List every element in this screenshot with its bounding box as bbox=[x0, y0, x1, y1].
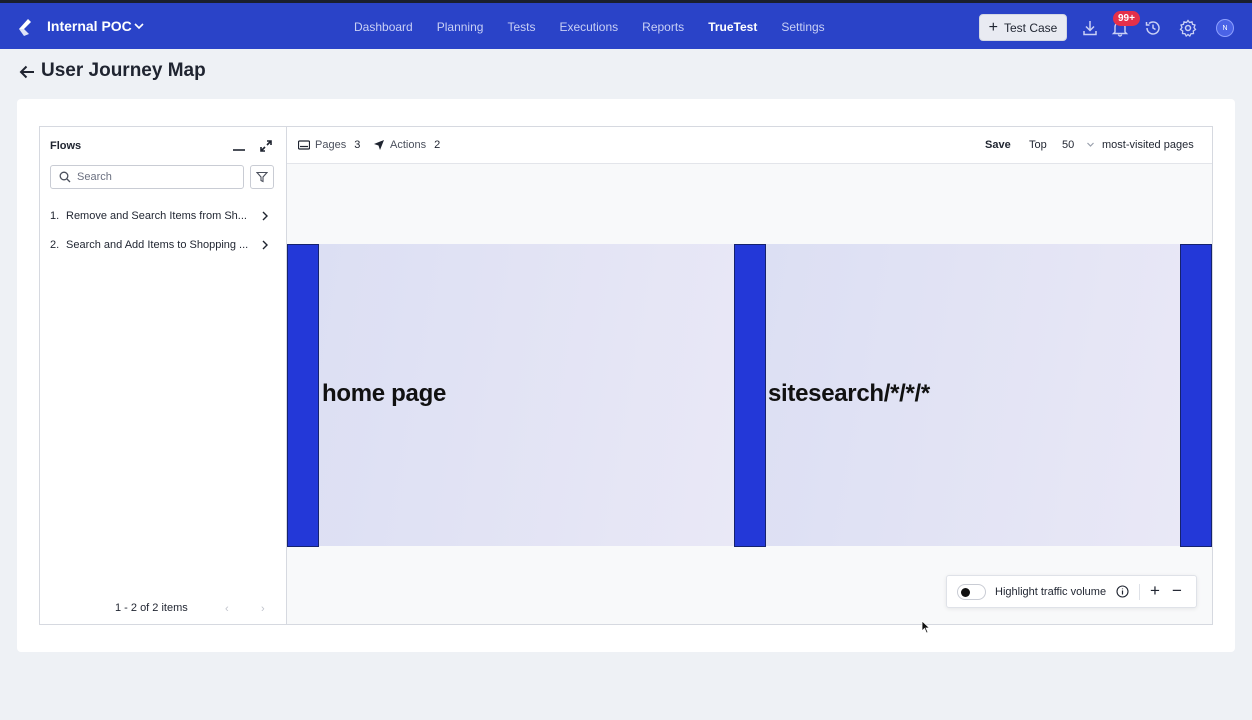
nav-reports[interactable]: Reports bbox=[642, 20, 684, 34]
node-bar[interactable] bbox=[287, 244, 319, 547]
back-arrow-icon[interactable] bbox=[18, 63, 36, 81]
pages-value: 3 bbox=[354, 139, 361, 151]
nav-planning[interactable]: Planning bbox=[437, 20, 484, 34]
notification-badge: 99+ bbox=[1113, 11, 1140, 26]
main-nav: Dashboard Planning Tests Executions Repo… bbox=[354, 20, 849, 34]
map-toolbar: Pages 3 Actions 2 Save Top 50 most-visit… bbox=[287, 127, 1212, 164]
nav-executions[interactable]: Executions bbox=[559, 20, 618, 34]
flows-search[interactable] bbox=[50, 165, 244, 189]
flow-item-label: Search and Add Items to Shopping ... bbox=[66, 239, 249, 251]
chevron-down-icon[interactable] bbox=[132, 19, 146, 33]
chevron-right-icon bbox=[262, 240, 268, 250]
highlight-toggle[interactable] bbox=[957, 584, 986, 600]
download-icon[interactable] bbox=[1081, 19, 1099, 37]
flow-item[interactable]: 1. Remove and Search Items from Sh... bbox=[50, 206, 276, 226]
logo-icon[interactable] bbox=[16, 17, 34, 37]
flow-item[interactable]: 2. Search and Add Items to Shopping ... bbox=[50, 235, 276, 255]
search-input[interactable] bbox=[77, 171, 237, 183]
actions-label: Actions bbox=[390, 139, 427, 151]
node-label: home page bbox=[322, 380, 446, 407]
nav-tests[interactable]: Tests bbox=[507, 20, 535, 34]
plus-icon: + bbox=[988, 18, 998, 36]
filter-button[interactable] bbox=[250, 165, 274, 189]
page-icon bbox=[298, 140, 310, 150]
prev-page-button[interactable]: ‹ bbox=[225, 603, 229, 615]
search-icon bbox=[59, 171, 71, 183]
node-label: sitesearch/*/*/* bbox=[768, 380, 930, 407]
minimize-icon[interactable] bbox=[233, 141, 245, 151]
expand-icon[interactable] bbox=[259, 139, 273, 153]
nav-dashboard[interactable]: Dashboard bbox=[354, 20, 413, 34]
zoom-in-button[interactable]: + bbox=[1150, 581, 1160, 601]
pages-count: Pages 3 bbox=[298, 139, 360, 151]
avatar[interactable]: N bbox=[1216, 19, 1234, 37]
nav-settings[interactable]: Settings bbox=[781, 20, 824, 34]
highlight-label: Highlight traffic volume bbox=[995, 586, 1107, 598]
actions-value: 2 bbox=[434, 139, 441, 151]
flows-title: Flows bbox=[50, 140, 82, 152]
filter-icon bbox=[256, 171, 268, 183]
top-label: Top bbox=[1029, 139, 1047, 151]
flow-item-label: Remove and Search Items from Sh... bbox=[66, 210, 247, 222]
top-count-select[interactable]: 50 bbox=[1062, 139, 1074, 151]
gear-icon[interactable] bbox=[1179, 19, 1197, 37]
page-title: User Journey Map bbox=[41, 60, 206, 81]
journey-panel: Flows 1. Remove and Search Items from Sh… bbox=[39, 126, 1213, 625]
journey-map[interactable]: Pages 3 Actions 2 Save Top 50 most-visit… bbox=[287, 127, 1212, 624]
node-bar[interactable] bbox=[734, 244, 766, 547]
test-case-label: Test Case bbox=[1003, 20, 1058, 35]
mouse-cursor-icon bbox=[921, 620, 931, 634]
caret-down-icon[interactable] bbox=[1086, 140, 1095, 149]
flows-sidebar: Flows 1. Remove and Search Items from Sh… bbox=[40, 127, 287, 624]
navigation-arrow-icon bbox=[374, 140, 384, 150]
nav-truetest[interactable]: TrueTest bbox=[708, 20, 757, 34]
add-test-case-button[interactable]: + Test Case bbox=[979, 14, 1067, 41]
pages-label: Pages bbox=[315, 139, 347, 151]
next-page-button[interactable]: › bbox=[261, 603, 265, 615]
pagination-info: 1 - 2 of 2 items bbox=[115, 602, 188, 614]
node-bar[interactable] bbox=[1180, 244, 1212, 547]
flow-item-number: 2. bbox=[50, 239, 60, 251]
divider bbox=[1139, 584, 1140, 600]
top-nav-bar: Internal POC Dashboard Planning Tests Ex… bbox=[0, 0, 1252, 49]
zoom-out-button[interactable]: − bbox=[1172, 581, 1182, 601]
most-visited-label: most-visited pages bbox=[1102, 139, 1194, 151]
actions-count: Actions 2 bbox=[373, 139, 440, 151]
project-name[interactable]: Internal POC bbox=[47, 18, 132, 34]
chevron-right-icon bbox=[262, 211, 268, 221]
history-icon[interactable] bbox=[1144, 19, 1162, 37]
map-controls: Highlight traffic volume + − bbox=[946, 575, 1197, 608]
info-icon[interactable] bbox=[1116, 585, 1129, 598]
save-button[interactable]: Save bbox=[985, 139, 1011, 151]
flow-item-number: 1. bbox=[50, 210, 60, 222]
